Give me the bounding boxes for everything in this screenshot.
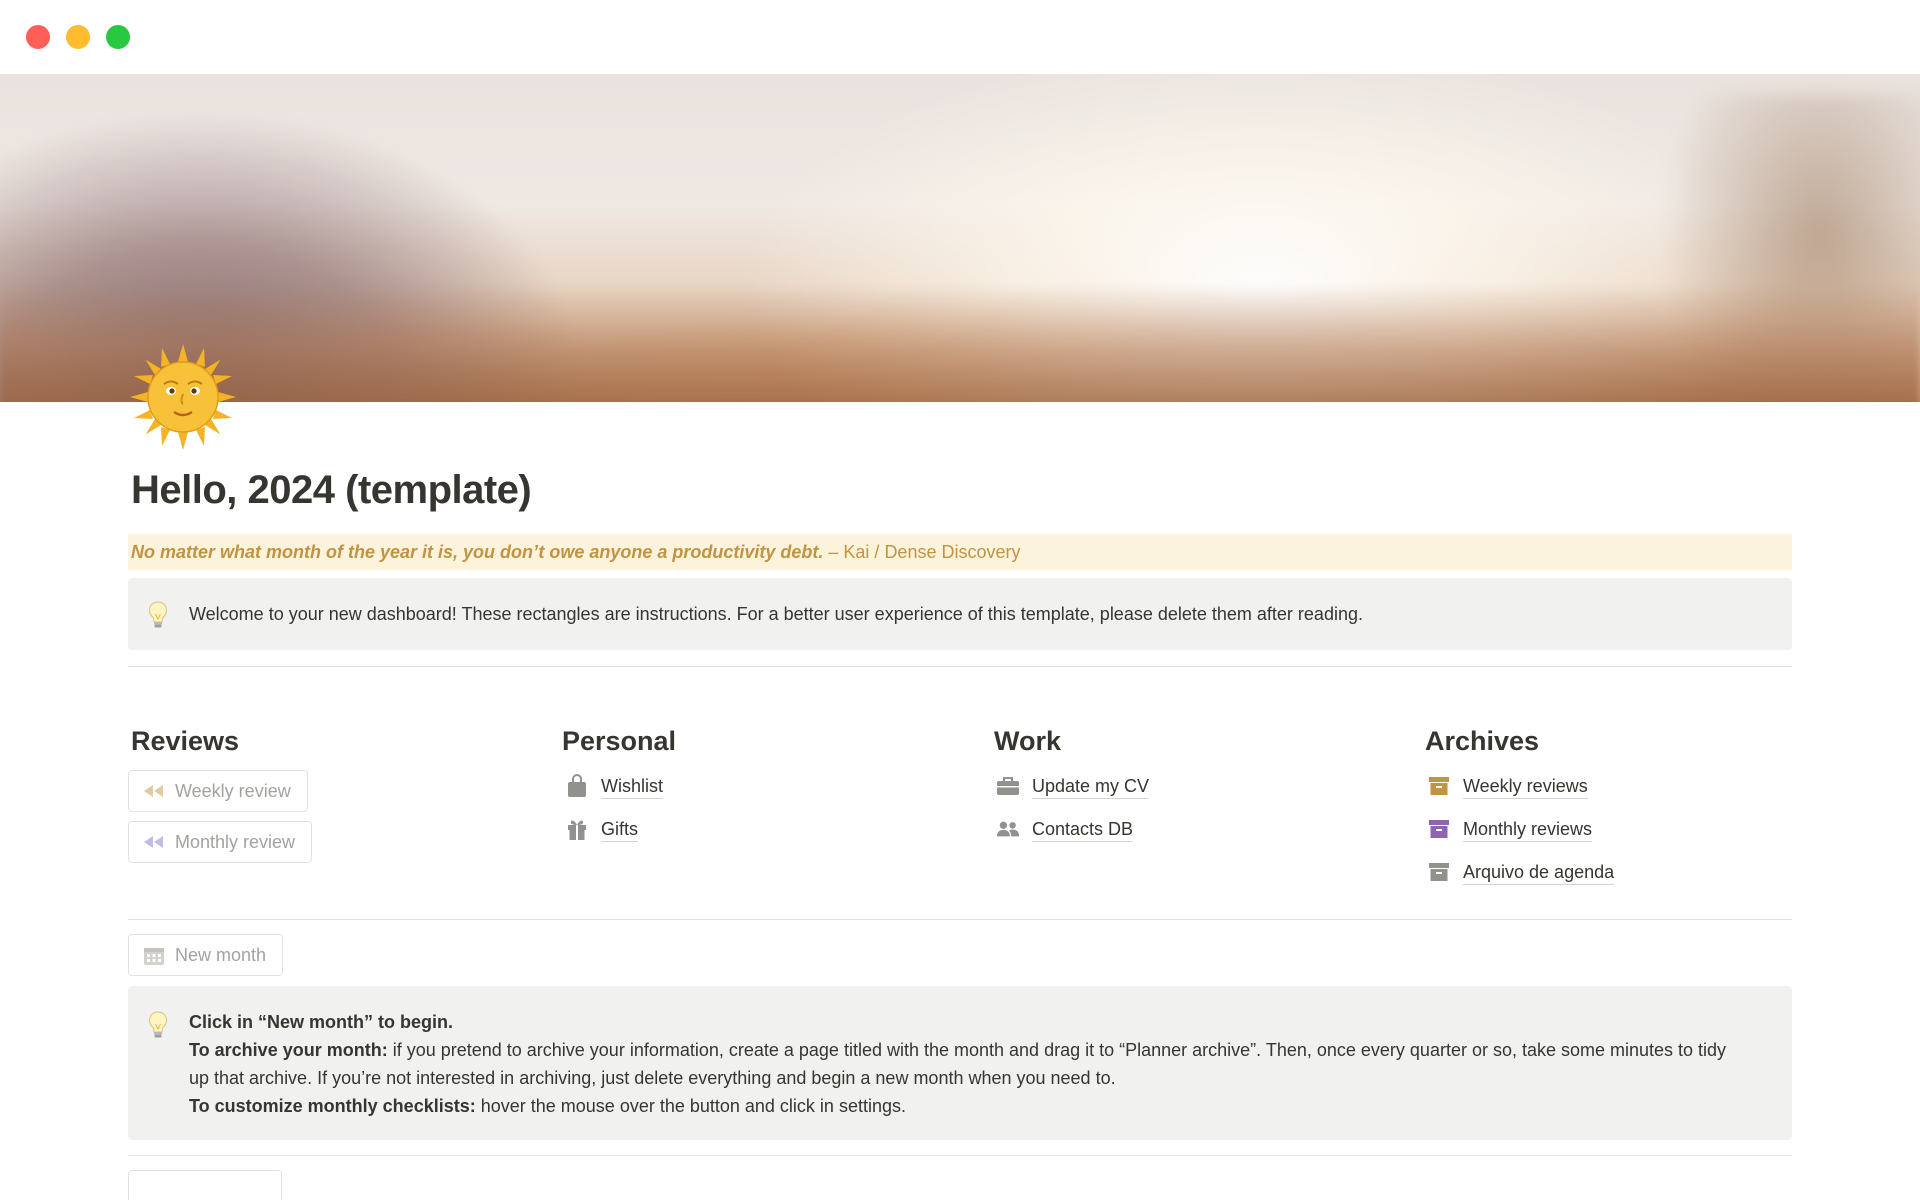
lightbulb-icon (148, 600, 168, 630)
wishlist-label: Wishlist (601, 774, 663, 799)
archive-box-icon (1427, 817, 1451, 841)
weekly-reviews-archive-link[interactable]: Weekly reviews (1427, 771, 1588, 801)
calendar-icon (143, 946, 165, 965)
archive-instruction-text: if you pretend to archive your informati… (189, 1040, 1727, 1088)
lightbulb-icon (148, 1010, 168, 1040)
divider (128, 919, 1792, 920)
contacts-db-label: Contacts DB (1032, 817, 1134, 842)
archives-heading: Archives (1425, 726, 1540, 756)
monthly-reviews-label: Monthly reviews (1463, 817, 1593, 842)
begin-instruction: Click in “New month” to begin. (189, 1012, 454, 1032)
window-titlebar (0, 0, 1920, 74)
callout-text: Welcome to your new dashboard! These rec… (189, 604, 1363, 624)
people-icon (996, 817, 1020, 841)
close-window-button[interactable] (26, 25, 50, 49)
welcome-callout[interactable]: Welcome to your new dashboard! These rec… (128, 578, 1792, 650)
page-title[interactable]: Hello, 2024 (template) (131, 468, 532, 513)
weekly-reviews-label: Weekly reviews (1463, 774, 1588, 799)
arquivo-de-agenda-link[interactable]: Arquivo de agenda (1427, 857, 1615, 887)
update-cv-link[interactable]: Update my CV (996, 771, 1150, 801)
shopping-bag-icon (565, 774, 589, 798)
customize-instruction-text: hover the mouse over the button and clic… (475, 1096, 906, 1116)
arquivo-de-agenda-label: Arquivo de agenda (1463, 860, 1615, 885)
archive-box-icon (1427, 860, 1451, 884)
update-cv-label: Update my CV (1032, 774, 1150, 799)
wishlist-link[interactable]: Wishlist (565, 771, 663, 801)
personal-heading: Personal (562, 726, 677, 756)
customize-instruction-label: To customize monthly checklists: (189, 1096, 476, 1116)
gifts-link[interactable]: Gifts (565, 814, 639, 844)
weekly-review-label: Weekly review (175, 780, 291, 801)
contacts-db-link[interactable]: Contacts DB (996, 814, 1134, 844)
quote-text: No matter what month of the year it is, … (131, 542, 824, 562)
weekly-review-button[interactable]: Weekly review (128, 770, 308, 812)
divider (128, 666, 1792, 667)
reviews-heading: Reviews (131, 726, 240, 756)
monthly-review-button[interactable]: Monthly review (128, 821, 313, 863)
maximize-window-button[interactable] (106, 25, 130, 49)
callout-text: Click in “New month” to begin. To archiv… (189, 1008, 1749, 1120)
gift-icon (565, 817, 589, 841)
partial-button[interactable] (128, 1170, 282, 1200)
highlighted-quote[interactable]: No matter what month of the year it is, … (128, 534, 1792, 570)
work-heading: Work (994, 726, 1062, 756)
page-cover-image (0, 74, 1920, 402)
minimize-window-button[interactable] (66, 25, 90, 49)
rewind-icon (143, 833, 165, 851)
new-month-button[interactable]: New month (128, 934, 284, 976)
divider (128, 1155, 1792, 1156)
monthly-review-label: Monthly review (175, 831, 296, 852)
monthly-reviews-archive-link[interactable]: Monthly reviews (1427, 814, 1593, 844)
rewind-icon (143, 782, 165, 800)
instructions-callout[interactable]: Click in “New month” to begin. To archiv… (128, 986, 1792, 1140)
new-month-label: New month (175, 944, 267, 965)
archive-box-icon (1427, 774, 1451, 798)
briefcase-icon (996, 774, 1020, 798)
archive-instruction-label: To archive your month: (189, 1040, 388, 1060)
sun-face-icon[interactable] (130, 344, 236, 450)
quote-attribution: – Kai / Dense Discovery (823, 542, 1021, 562)
gifts-label: Gifts (601, 817, 639, 842)
